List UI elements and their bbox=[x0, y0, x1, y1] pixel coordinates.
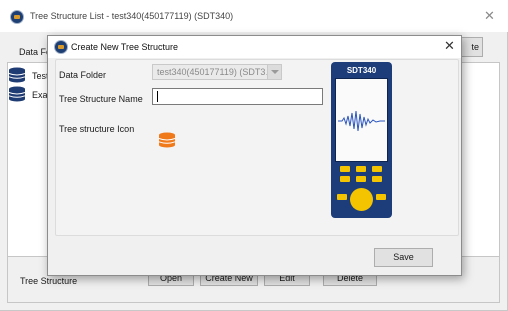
device-key bbox=[376, 194, 386, 200]
device-key bbox=[372, 176, 382, 182]
sdt-logo-icon bbox=[54, 40, 68, 54]
tree-structure-name-input[interactable] bbox=[152, 88, 323, 105]
device-dpad bbox=[350, 188, 373, 211]
data-folder-value: test340(450177119) (SDT3… bbox=[157, 67, 275, 77]
data-folder-label: Data Folder bbox=[59, 70, 107, 80]
database-icon bbox=[8, 86, 26, 102]
tree-structure-label: Tree Structure bbox=[20, 276, 78, 286]
create-new-tree-structure-dialog: Create New Tree Structure ✕ Data Folder … bbox=[47, 35, 462, 276]
device-key bbox=[372, 166, 382, 172]
database-icon[interactable] bbox=[158, 132, 176, 148]
chevron-down-icon[interactable] bbox=[267, 65, 281, 79]
device-screen bbox=[335, 78, 388, 162]
close-icon[interactable]: ✕ bbox=[444, 38, 455, 54]
save-button[interactable]: Save bbox=[374, 248, 433, 267]
device-key bbox=[356, 166, 366, 172]
device-key bbox=[356, 176, 366, 182]
window-titlebar: Tree Structure List - test340(450177119)… bbox=[0, 0, 508, 32]
dialog-titlebar: Create New Tree Structure ✕ bbox=[48, 36, 461, 58]
close-icon[interactable]: ✕ bbox=[484, 8, 495, 24]
waveform-icon bbox=[338, 110, 385, 132]
sdt-logo-icon bbox=[10, 10, 24, 24]
device-key bbox=[337, 194, 347, 200]
data-folder-dropdown[interactable]: test340(450177119) (SDT3… bbox=[152, 64, 282, 80]
sdt340-device-image: SDT340 bbox=[331, 62, 392, 218]
device-key bbox=[340, 176, 350, 182]
tree-structure-name-label: Tree Structure Name bbox=[59, 94, 143, 104]
window-title: Tree Structure List - test340(450177119)… bbox=[30, 11, 234, 21]
text-cursor bbox=[157, 91, 158, 102]
database-icon bbox=[8, 67, 26, 83]
dialog-content-panel bbox=[55, 59, 459, 236]
tree-structure-icon-label: Tree structure Icon bbox=[59, 124, 135, 134]
device-brand: SDT340 bbox=[346, 66, 377, 75]
device-key bbox=[340, 166, 350, 172]
dialog-title: Create New Tree Structure bbox=[71, 42, 179, 52]
